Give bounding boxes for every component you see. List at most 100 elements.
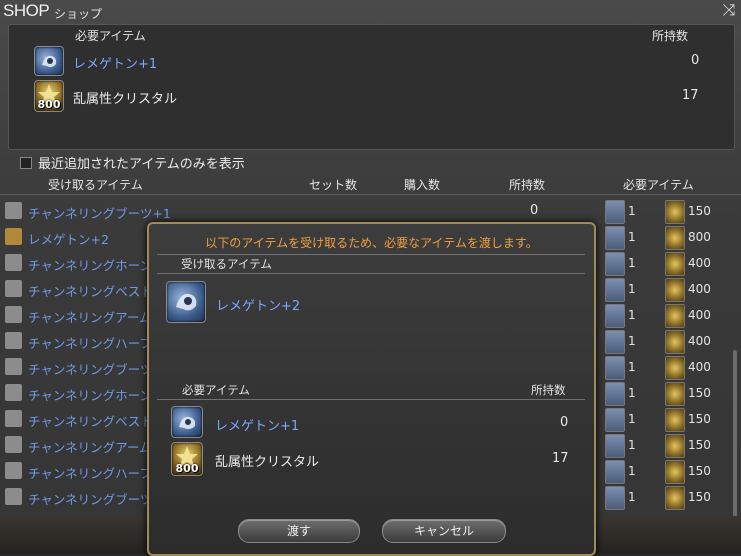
close-icon[interactable]: ⤨ <box>719 0 739 20</box>
row-item-name: チャンネリングアーム <box>28 310 152 325</box>
row-item-name: チャンネリングブーツ <box>28 362 153 377</box>
list-scrollbar[interactable] <box>733 350 737 520</box>
required-item-owned: 17 <box>682 88 699 103</box>
horn-icon <box>5 254 22 271</box>
crystal-icon <box>665 382 685 406</box>
req-item-a-qty: 1 <box>628 230 636 244</box>
crystal-icon[interactable]: 800 <box>171 442 203 476</box>
req-item-a-qty: 1 <box>628 464 636 478</box>
book-icon <box>5 228 22 245</box>
crystal-icon <box>665 356 685 380</box>
req-item-a-qty: 1 <box>628 412 636 426</box>
required-items-panel: 必要アイテム 所持数 レメゲトン+1 0 800 乱属性クリスタル 17 <box>8 24 735 150</box>
crystal-icon <box>665 278 685 302</box>
req-item-b-qty: 400 <box>688 282 711 296</box>
req-item-b-qty: 150 <box>688 386 711 400</box>
required-item-name: 乱属性クリスタル <box>73 92 178 107</box>
req-item-a-qty: 1 <box>628 334 636 348</box>
req-item-a-qty: 1 <box>628 256 636 270</box>
req-item-b-qty: 150 <box>688 490 711 504</box>
crystal-qty-label: 800 <box>175 462 199 475</box>
col-purchases-header: 購入数 <box>404 178 441 192</box>
owned-header: 所持数 <box>531 383 566 397</box>
required-item-name: レメゲトン+1 <box>215 419 300 434</box>
required-item-name: 乱属性クリスタル <box>215 455 320 470</box>
shop-window: SHOP ショップ ⤨ 必要アイテム 所持数 レメゲトン+1 0 800 乱属性… <box>0 0 741 556</box>
req-item-a-icon <box>605 252 625 276</box>
boots-icon <box>5 488 22 505</box>
vest-icon <box>5 280 22 297</box>
req-item-a-icon <box>605 304 625 328</box>
window-title: SHOP <box>3 1 50 20</box>
crystal-icon <box>665 434 685 458</box>
row-item-name: チャンネリングハーフ <box>28 336 152 351</box>
cancel-button[interactable]: キャンセル <box>382 519 506 543</box>
req-item-b-qty: 400 <box>688 334 711 348</box>
header-divider <box>0 194 741 195</box>
req-item-a-icon <box>605 486 625 510</box>
req-item-a-qty: 1 <box>628 308 636 322</box>
row-item-name: チャンネリングホーン <box>28 258 153 273</box>
receive-header: 受け取るアイテム <box>181 257 272 271</box>
vest-icon <box>5 410 22 427</box>
row-item-name: チャンネリングホーン <box>28 388 153 403</box>
req-item-a-icon <box>605 460 625 484</box>
table-row[interactable]: チャンネリングブーツ+1 0 1 150 <box>0 198 741 224</box>
req-item-a-icon <box>605 200 625 224</box>
confirm-button[interactable]: 渡す <box>238 519 360 543</box>
req-item-a-qty: 1 <box>628 438 636 452</box>
req-item-b-qty: 150 <box>688 204 711 218</box>
titlebar: SHOP ショップ ⤨ <box>0 0 741 24</box>
boots-icon <box>5 358 22 375</box>
crystal-icon[interactable]: 800 <box>34 80 64 112</box>
crystal-icon <box>665 486 685 510</box>
required-item-owned: 17 <box>552 451 569 466</box>
req-item-a-icon <box>605 434 625 458</box>
req-item-b-qty: 400 <box>688 360 711 374</box>
row-item-name: レメゲトン+2 <box>28 232 109 247</box>
divider <box>157 273 585 274</box>
col-required-header: 必要アイテム <box>623 178 694 192</box>
required-header: 必要アイテム <box>182 383 250 397</box>
row-item-name: チャンネリングベスト <box>28 414 153 429</box>
required-items-header: 必要アイテム <box>75 29 146 43</box>
req-item-b-qty: 400 <box>688 308 711 322</box>
receive-item-name: レメゲトン+2 <box>216 299 301 314</box>
req-item-a-icon <box>605 278 625 302</box>
crystal-icon <box>665 252 685 276</box>
col-owned-header: 所持数 <box>509 178 546 192</box>
arm-icon <box>5 306 22 323</box>
req-item-b-qty: 400 <box>688 256 711 270</box>
required-item-owned: 0 <box>560 415 569 430</box>
crystal-qty-label: 800 <box>37 98 61 111</box>
req-item-a-qty: 1 <box>628 386 636 400</box>
req-item-a-qty: 1 <box>628 204 636 218</box>
remegeton-icon[interactable] <box>34 46 64 76</box>
row-item-name: チャンネリングブーツ+1 <box>28 206 171 221</box>
req-item-a-icon <box>605 408 625 432</box>
crystal-icon <box>665 200 685 224</box>
window-subtitle: ショップ <box>54 7 103 21</box>
recent-filter-checkbox[interactable] <box>20 157 32 169</box>
recent-filter-label: 最近追加されたアイテムのみを表示 <box>38 157 245 172</box>
required-item-name: レメゲトン+1 <box>73 57 158 72</box>
req-item-a-qty: 1 <box>628 360 636 374</box>
req-item-a-icon <box>605 356 625 380</box>
row-item-name: チャンネリングハーフ <box>28 466 152 481</box>
req-item-a-icon <box>605 382 625 406</box>
req-item-b-qty: 800 <box>688 230 711 244</box>
horn-icon <box>5 384 22 401</box>
crystal-icon <box>665 460 685 484</box>
req-item-a-icon <box>605 226 625 250</box>
crystal-icon <box>665 304 685 328</box>
remegeton-icon[interactable] <box>166 281 206 323</box>
req-item-a-icon <box>605 330 625 354</box>
row-item-name: チャンネリングベスト <box>28 284 153 299</box>
half-icon <box>5 462 22 479</box>
boots-icon <box>5 202 22 219</box>
crystal-icon <box>665 408 685 432</box>
half-icon <box>5 332 22 349</box>
dialog-message: 以下のアイテムを受け取るため、必要なアイテムを渡します。 <box>205 236 538 250</box>
req-item-b-qty: 150 <box>688 438 711 452</box>
remegeton-icon[interactable] <box>171 406 203 438</box>
